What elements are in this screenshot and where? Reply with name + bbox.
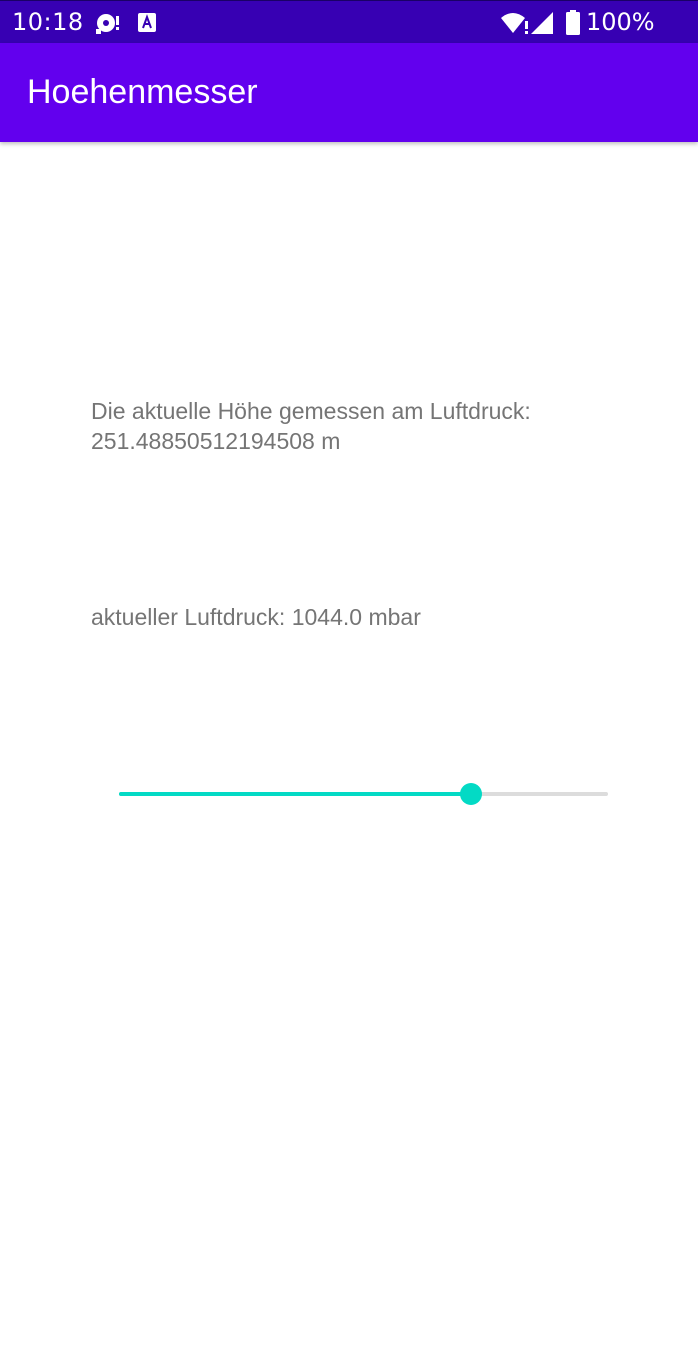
accessibility-notification-icon — [138, 13, 156, 32]
app-bar: Hoehenmesser — [0, 43, 698, 142]
status-bar: 10:18 100% — [0, 0, 698, 43]
app-title: Hoehenmesser — [27, 73, 258, 111]
pressure-reading-label: aktueller Luftdruck: 1044.0 mbar — [91, 604, 421, 630]
media-notification-icon — [96, 14, 119, 34]
signal-icon — [531, 12, 553, 34]
status-time: 10:18 — [12, 8, 84, 36]
battery-percentage: 100% — [586, 8, 655, 36]
wifi-icon — [501, 13, 528, 34]
height-reading-label: Die aktuelle Höhe gemessen am Luftdruck:… — [91, 398, 531, 454]
slider-thumb[interactable] — [460, 783, 483, 805]
pressure-slider[interactable] — [119, 780, 608, 808]
slider-fill — [119, 792, 472, 796]
battery-icon — [566, 10, 580, 35]
